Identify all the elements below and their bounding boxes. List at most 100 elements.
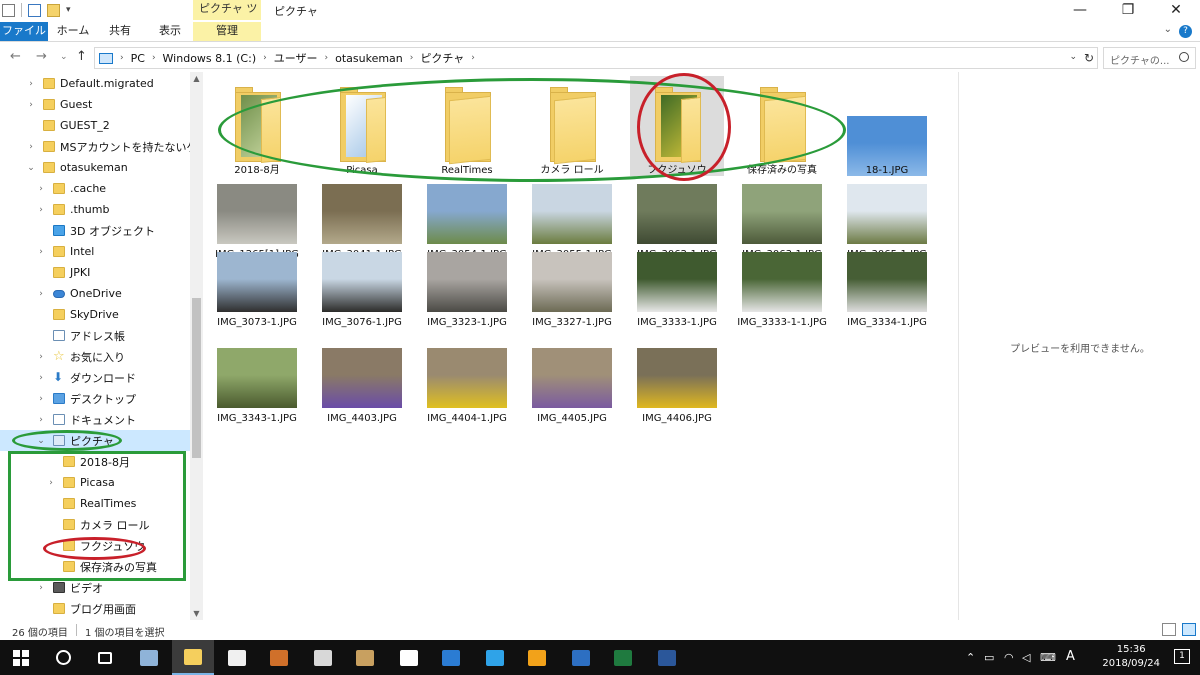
nav-item[interactable]: › Intel [0,241,190,262]
search-input[interactable]: ピクチャの... [1103,47,1196,69]
palette-app-taskbar-button[interactable] [344,640,386,675]
tab-share[interactable]: 共有 [100,22,140,41]
scrollbar-thumb[interactable] [192,298,201,458]
large-icons-view-icon[interactable] [1182,623,1196,636]
nav-item[interactable]: › Guest [0,94,190,115]
expand-chevron-icon[interactable]: › [36,205,46,215]
nav-item[interactable]: 2018-8月 [0,451,190,472]
internet-explorer-taskbar-button[interactable] [474,640,516,675]
volume-icon[interactable]: ◁ [1022,651,1030,664]
nav-item[interactable]: ブログ用画面 [0,598,190,619]
expand-ribbon-chevron-icon[interactable]: ⌄ [1164,24,1172,35]
breadcrumb-pictures[interactable]: ピクチャ [420,50,464,66]
expand-chevron-icon[interactable]: › [26,79,36,89]
scroll-up-icon[interactable]: ▲ [190,74,203,83]
collapse-chevron-icon[interactable]: ⌄ [36,436,46,446]
nav-item[interactable]: › ドキュメント [0,409,190,430]
show-hidden-icons-chevron-icon[interactable]: ⌃ [966,651,975,664]
search-taskbar-button[interactable] [42,640,84,675]
breadcrumb-user[interactable]: otasukeman [335,52,403,65]
properties-icon[interactable] [28,3,41,17]
breadcrumb-pc[interactable]: PC [131,52,145,65]
expand-chevron-icon[interactable]: › [36,394,46,404]
nav-item[interactable]: JPKI [0,262,190,283]
maximize-button[interactable]: ❐ [1104,0,1152,22]
ime-mode[interactable]: A [1066,649,1075,664]
chevron-right-icon[interactable]: › [120,53,124,63]
expand-chevron-icon[interactable]: › [36,289,46,299]
nav-item[interactable]: › .cache [0,178,190,199]
expand-chevron-icon[interactable]: › [36,583,46,593]
collapse-chevron-icon[interactable]: ⌄ [26,163,36,173]
nav-item[interactable]: › Default.migrated [0,73,190,94]
battery-icon[interactable]: ▭ [984,651,994,664]
clock[interactable]: 15:36 2018/09/24 [1102,643,1160,671]
expand-chevron-icon[interactable]: › [36,373,46,383]
nav-item[interactable]: › ⬇ ダウンロード [0,367,190,388]
help-icon[interactable]: ? [1179,25,1192,38]
nav-item[interactable]: アドレス帳 [0,325,190,346]
nav-item[interactable]: › ビデオ [0,577,190,598]
tab-view[interactable]: 表示 [150,22,190,41]
nav-item[interactable]: フクジュソウ [0,535,190,556]
nav-item[interactable]: カメラ ロール [0,514,190,535]
details-view-icon[interactable] [1162,623,1176,636]
store-taskbar-button[interactable] [216,640,258,675]
wifi-icon[interactable]: ◠ [1004,651,1014,664]
recent-locations-chevron-icon[interactable]: ⌄ [60,52,68,62]
task-view-taskbar-button[interactable] [84,640,126,675]
nav-item[interactable]: › デスクトップ [0,388,190,409]
expand-chevron-icon[interactable]: › [36,184,46,194]
chevron-right-icon[interactable]: › [325,53,329,63]
forward-arrow-icon[interactable]: → [36,49,47,64]
app-orange-taskbar-button[interactable] [516,640,558,675]
tab-home[interactable]: ホーム [53,22,93,41]
chevron-right-icon[interactable]: › [410,53,414,63]
edge-taskbar-button[interactable] [430,640,472,675]
nav-item[interactable]: › Picasa [0,472,190,493]
nav-item[interactable]: › ☆ お気に入り [0,346,190,367]
nav-item[interactable]: › MSアカウントを持たないゲスト [0,136,203,157]
app-blue-taskbar-button[interactable] [560,640,602,675]
nav-item[interactable]: GUEST_2 [0,115,190,136]
up-arrow-icon[interactable]: ↑ [76,49,87,64]
tab-manage[interactable]: 管理 [193,22,261,41]
customize-toolbar-chevron-icon[interactable]: ▾ [66,5,71,15]
refresh-icon[interactable]: ↻ [1084,51,1094,65]
expand-chevron-icon[interactable]: › [46,478,56,488]
expand-chevron-icon[interactable]: › [36,352,46,362]
chevron-right-icon[interactable]: › [471,53,475,63]
expand-chevron-icon[interactable]: › [36,247,46,257]
chevron-right-icon[interactable]: › [152,53,156,63]
breadcrumb-drive[interactable]: Windows 8.1 (C:) [163,52,257,65]
address-history-chevron-icon[interactable]: ⌄ [1069,52,1077,62]
nav-item[interactable]: 3D オブジェクト [0,220,190,241]
expand-chevron-icon[interactable]: › [26,142,36,152]
action-center-icon[interactable]: 1 [1174,649,1190,664]
address-bar[interactable]: › PC › Windows 8.1 (C:) › ユーザー › otasuke… [94,47,1098,69]
nav-item[interactable]: ⌄ otasukeman [0,157,190,178]
word-taskbar-button[interactable] [646,640,688,675]
scroll-down-icon[interactable]: ▼ [190,609,203,618]
nav-item[interactable]: SkyDrive [0,304,190,325]
nav-item[interactable]: › OneDrive [0,283,190,304]
breadcrumb-users[interactable]: ユーザー [274,50,318,66]
file-explorer-taskbar-button[interactable] [172,640,214,675]
new-folder-icon[interactable] [47,3,60,17]
navigation-scrollbar[interactable]: ▲ ▼ [190,72,203,620]
chevron-right-icon[interactable]: › [263,53,267,63]
photo-app-taskbar-button[interactable] [128,640,170,675]
toolbox-app-taskbar-button[interactable] [258,640,300,675]
back-arrow-icon[interactable]: ← [10,49,21,64]
nav-item[interactable]: 保存済みの写真 [0,556,190,577]
nav-item[interactable]: › .thumb [0,199,190,220]
sticky-notes-taskbar-button[interactable] [388,640,430,675]
nav-item[interactable]: RealTimes [0,493,190,514]
start-taskbar-button[interactable] [0,640,42,675]
minimize-button[interactable]: — [1056,0,1104,22]
search-icon[interactable] [1179,52,1189,62]
window-icon[interactable] [2,3,15,17]
excel-taskbar-button[interactable] [602,640,644,675]
nav-item[interactable]: ⌄ ピクチャ [0,430,190,451]
paint-app-taskbar-button[interactable] [302,640,344,675]
